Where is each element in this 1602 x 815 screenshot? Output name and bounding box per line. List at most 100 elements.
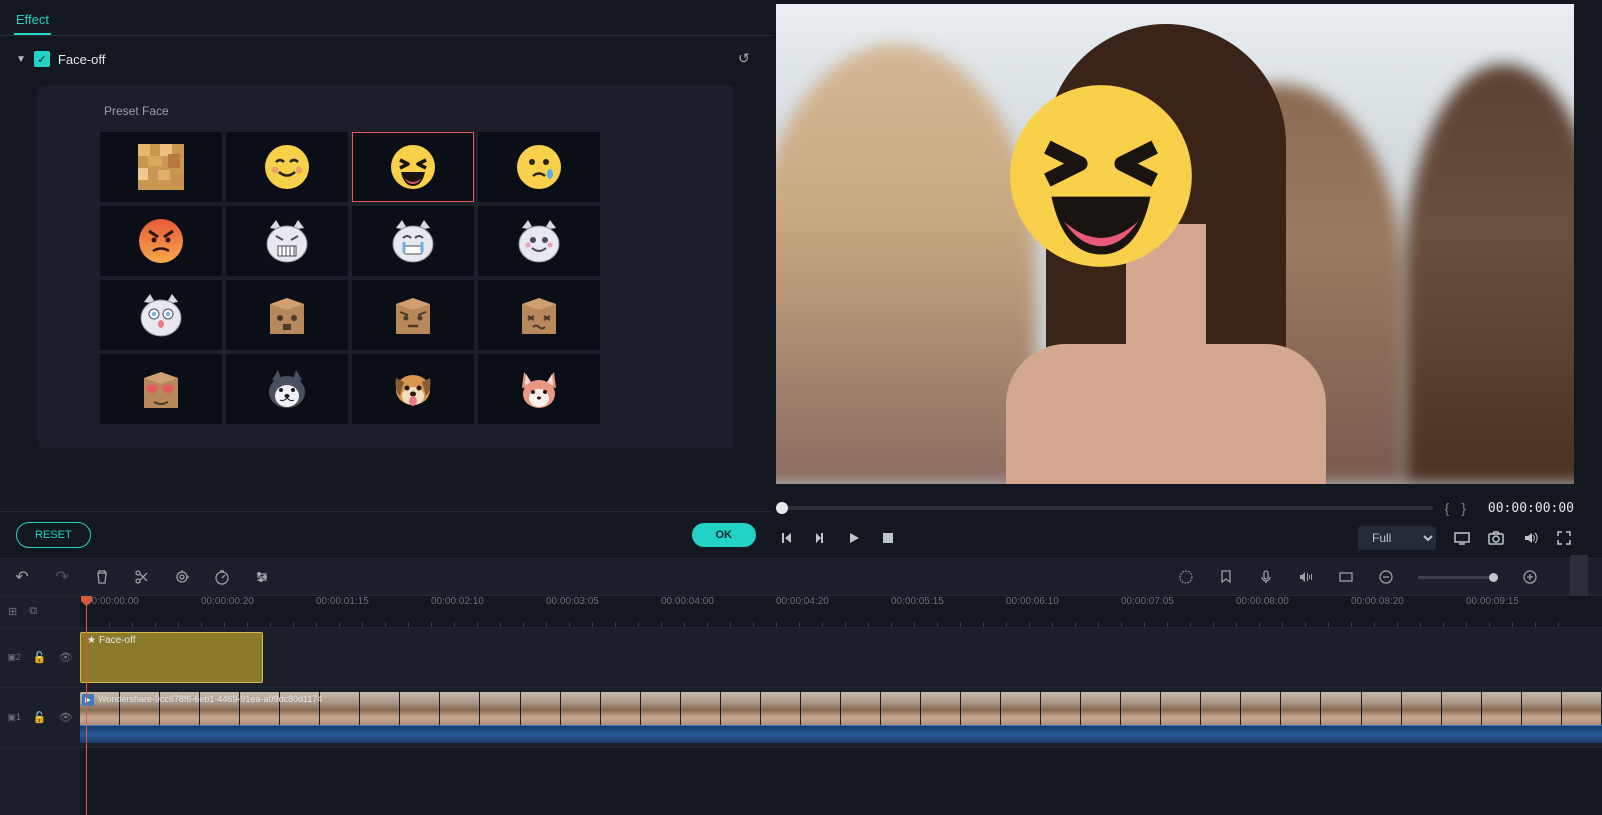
section-title: Face-off — [58, 52, 105, 67]
faceoff-overlay-emoji — [1006, 81, 1196, 271]
zoom-thumb[interactable] — [1489, 573, 1498, 582]
volume-icon[interactable] — [1522, 530, 1538, 546]
panel-footer: RESET OK — [0, 511, 772, 558]
ruler-label: 00:00:09:15 — [1466, 596, 1519, 607]
visibility-icon[interactable]: 👁 — [59, 711, 73, 724]
preview-canvas[interactable] — [776, 4, 1574, 484]
preset-face-label: Preset Face — [104, 104, 672, 118]
ruler-label: 00:00:08:00 — [1236, 596, 1289, 607]
preview-background-person — [1404, 64, 1574, 484]
ruler-label: 00:00:02:10 — [431, 596, 484, 607]
track-headers: ⊞ ⧉ ▣2 🔓 👁 ▣1 🔓 👁 — [0, 596, 80, 815]
track-2-header: ▣2 🔓 👁 — [0, 628, 80, 688]
ruler-label: 00:00:03:05 — [546, 596, 599, 607]
preset-face-grid — [100, 132, 672, 424]
fullscreen-icon[interactable] — [1556, 530, 1572, 546]
preset-laugh[interactable] — [352, 132, 474, 202]
snapshot-icon[interactable] — [1488, 530, 1504, 546]
faceoff-clip[interactable]: ★ Face-off — [80, 632, 263, 683]
delete-icon[interactable] — [94, 569, 110, 585]
ok-button[interactable]: OK — [692, 523, 757, 547]
zoom-in-icon[interactable] — [1522, 569, 1538, 585]
redo-icon[interactable]: ↷ — [54, 569, 70, 585]
voiceover-icon[interactable] — [1258, 569, 1274, 585]
preset-box-love[interactable] — [100, 354, 222, 424]
link-icon[interactable]: ⧉ — [29, 605, 37, 618]
preset-cat-cry[interactable] — [352, 206, 474, 276]
track-label: ▣1 — [7, 712, 21, 723]
display-icon[interactable] — [1454, 530, 1470, 546]
preview-controls: Full — [776, 522, 1574, 558]
speed-icon[interactable] — [214, 569, 230, 585]
preview-panel: { } 00:00:00:00 Full — [772, 0, 1602, 558]
marker-icon[interactable] — [1218, 569, 1234, 585]
preset-husky[interactable] — [226, 354, 348, 424]
preset-mosaic[interactable] — [100, 132, 222, 202]
reset-button[interactable]: RESET — [16, 522, 91, 548]
prev-frame-icon[interactable] — [778, 530, 794, 546]
visibility-icon[interactable]: 👁 — [59, 651, 73, 664]
preset-cat-angry[interactable] — [226, 206, 348, 276]
clip-label: ★ Face-off — [87, 635, 135, 646]
zoom-slider[interactable] — [1418, 576, 1498, 579]
audio-mixer-icon[interactable] — [1298, 569, 1314, 585]
color-icon[interactable] — [254, 569, 270, 585]
preview-scrubber: { } 00:00:00:00 — [776, 494, 1574, 522]
ruler-label: 00:00:06:10 — [1006, 596, 1059, 607]
mark-in-icon[interactable]: { — [1445, 500, 1450, 516]
play-icon[interactable] — [846, 530, 862, 546]
preset-cat-happy[interactable] — [478, 206, 600, 276]
collapse-icon[interactable]: ▼ — [16, 54, 26, 65]
video-clip[interactable]: ▶ Wondershare-9cc678f6-6eb1-4469-91ea-a0… — [80, 692, 1602, 728]
time-ruler[interactable]: 00:00:00:0000:00:00:2000:00:01:1500:00:0… — [80, 596, 1602, 628]
preset-box-confused[interactable] — [352, 280, 474, 350]
preset-smile[interactable] — [226, 132, 348, 202]
preset-puppy[interactable] — [352, 354, 474, 424]
timeline: ⊞ ⧉ ▣2 🔓 👁 ▣1 🔓 👁 00:00:00:0000:00:00:20… — [0, 596, 1602, 815]
preview-background-person — [776, 44, 1036, 484]
ruler-label: 00:00:00:20 — [201, 596, 254, 607]
preview-timecode: 00:00:00:00 — [1478, 501, 1574, 516]
reset-section-icon[interactable]: ↺ — [738, 50, 756, 68]
track-1-lane[interactable]: ▶ Wondershare-9cc678f6-6eb1-4469-91ea-a0… — [80, 688, 1602, 748]
ruler-head: ⊞ ⧉ — [0, 596, 80, 628]
playhead[interactable] — [86, 596, 87, 815]
scrub-track[interactable] — [776, 506, 1433, 510]
audio-waveform[interactable] — [80, 725, 1602, 743]
track-content[interactable]: 00:00:00:0000:00:00:2000:00:01:1500:00:0… — [80, 596, 1602, 815]
lock-icon[interactable]: 🔓 — [33, 711, 47, 724]
timeline-toolbar: ↶ ↷ — [0, 558, 1602, 596]
preset-fox[interactable] — [478, 354, 600, 424]
zoom-out-icon[interactable] — [1378, 569, 1394, 585]
section-header: ▼ ✓ Face-off ↺ — [0, 36, 772, 82]
preset-cry[interactable] — [478, 132, 600, 202]
render-icon[interactable] — [1178, 569, 1194, 585]
preset-cat-surprise[interactable] — [100, 280, 222, 350]
auto-ripple-icon[interactable]: ⊞ — [8, 605, 17, 618]
ruler-label: 00:00:07:05 — [1121, 596, 1174, 607]
faceoff-checkbox[interactable]: ✓ — [34, 51, 50, 67]
quality-select[interactable]: Full — [1358, 526, 1436, 550]
ruler-label: 00:00:04:20 — [776, 596, 829, 607]
preset-angry[interactable] — [100, 206, 222, 276]
clip-label: Wondershare-9cc678f6-6eb1-4469-91ea-a09d… — [98, 694, 322, 704]
undo-icon[interactable]: ↶ — [14, 569, 30, 585]
track-options-button[interactable] — [1570, 555, 1588, 599]
play-pause-icon[interactable] — [812, 530, 828, 546]
preset-face-panel: Preset Face — [38, 86, 734, 448]
split-icon[interactable] — [134, 569, 150, 585]
track-2-lane[interactable]: ★ Face-off — [80, 628, 1602, 688]
scrub-thumb[interactable] — [776, 502, 788, 514]
mark-out-icon[interactable]: } — [1461, 500, 1466, 516]
crop-icon[interactable] — [174, 569, 190, 585]
ruler-label: 00:00:01:15 — [316, 596, 369, 607]
effect-tab-bar: Effect — [0, 0, 772, 36]
stop-icon[interactable] — [880, 530, 896, 546]
tab-effect[interactable]: Effect — [14, 6, 51, 35]
aspect-icon[interactable] — [1338, 569, 1354, 585]
track-1-header: ▣1 🔓 👁 — [0, 688, 80, 748]
track-label: ▣2 — [7, 652, 21, 663]
lock-icon[interactable]: 🔓 — [33, 651, 47, 664]
preset-box-surprise[interactable] — [226, 280, 348, 350]
preset-box-sick[interactable] — [478, 280, 600, 350]
